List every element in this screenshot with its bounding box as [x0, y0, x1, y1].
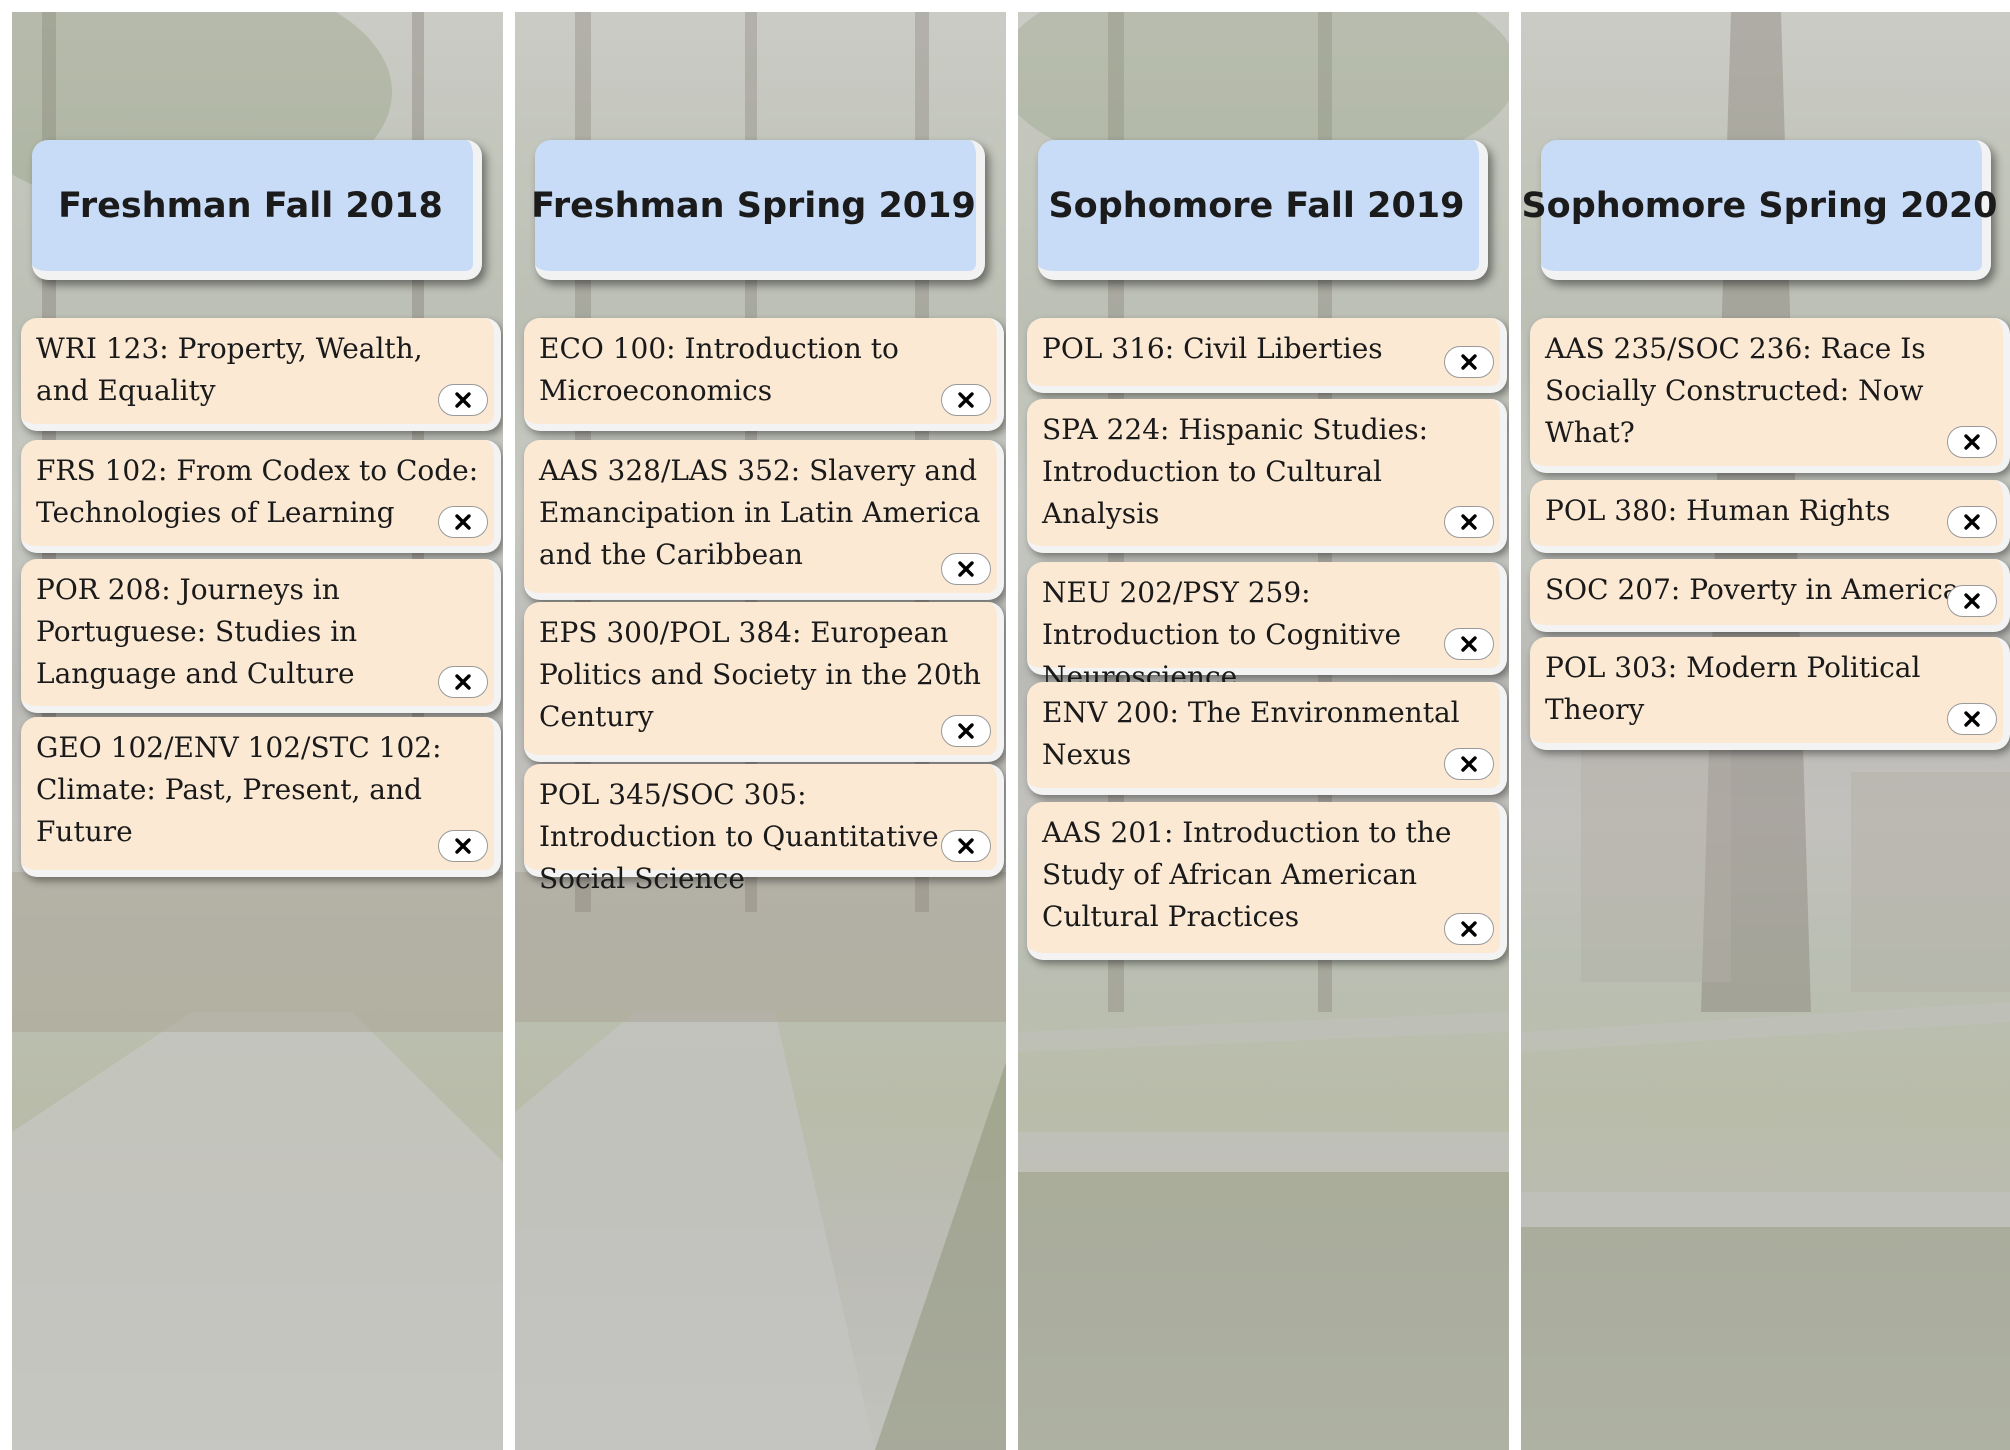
remove-course-button[interactable]: [438, 666, 488, 698]
semester-header: Freshman Fall 2018: [32, 140, 482, 280]
semester-title: Sophomore Fall 2019: [1048, 185, 1465, 226]
remove-course-button[interactable]: [941, 384, 991, 416]
close-x-icon: [455, 514, 471, 530]
remove-course-button[interactable]: [438, 384, 488, 416]
remove-course-button[interactable]: [1947, 585, 1997, 617]
close-x-icon: [1461, 354, 1477, 370]
close-x-icon: [1461, 636, 1477, 652]
course-card[interactable]: FRS 102: From Codex to Code: Technologie…: [21, 440, 501, 553]
semester-column-sophomore-spring-2020: Sophomore Spring 2020 AAS 235/SOC 236: R…: [1521, 12, 2010, 1450]
close-x-icon: [1461, 921, 1477, 937]
course-card[interactable]: WRI 123: Property, Wealth, and Equality: [21, 318, 501, 431]
remove-course-button[interactable]: [1444, 506, 1494, 538]
close-x-icon: [1461, 756, 1477, 772]
course-title: ENV 200: The Environmental Nexus: [1042, 696, 1460, 771]
remove-course-button[interactable]: [1444, 748, 1494, 780]
course-card[interactable]: POL 345/SOC 305: Introduction to Quantit…: [524, 764, 1004, 895]
course-title: AAS 235/SOC 236: Race Is Socially Constr…: [1545, 332, 1926, 449]
semester-title: Sophomore Spring 2020: [1521, 185, 1998, 226]
course-title: NEU 202/PSY 259: Introduction to Cogniti…: [1042, 576, 1402, 693]
close-x-icon: [1964, 593, 1980, 609]
course-card[interactable]: ECO 100: Introduction to Microeconomics: [524, 318, 1004, 431]
close-x-icon: [1964, 514, 1980, 530]
remove-course-button[interactable]: [1444, 913, 1494, 945]
remove-course-button[interactable]: [1947, 426, 1997, 458]
close-x-icon: [1964, 711, 1980, 727]
course-card[interactable]: POL 316: Civil Liberties: [1027, 318, 1507, 393]
course-title: POR 208: Journeys in Portuguese: Studies…: [36, 573, 358, 690]
course-card[interactable]: SPA 224: Hispanic Studies: Introduction …: [1027, 399, 1507, 553]
semester-header: Sophomore Fall 2019: [1038, 140, 1488, 280]
remove-course-button[interactable]: [1947, 506, 1997, 538]
close-x-icon: [958, 561, 974, 577]
course-card[interactable]: ENV 200: The Environmental Nexus: [1027, 682, 1507, 795]
close-x-icon: [958, 723, 974, 739]
remove-course-button[interactable]: [1444, 628, 1494, 660]
course-card[interactable]: SOC 207: Poverty in America: [1530, 559, 2010, 632]
close-x-icon: [1964, 434, 1980, 450]
course-card[interactable]: AAS 235/SOC 236: Race Is Socially Constr…: [1530, 318, 2010, 473]
course-title: POL 316: Civil Liberties: [1042, 332, 1383, 365]
course-card[interactable]: POR 208: Journeys in Portuguese: Studies…: [21, 559, 501, 713]
remove-course-button[interactable]: [941, 553, 991, 585]
course-title: FRS 102: From Codex to Code: Technologie…: [36, 454, 479, 529]
course-card[interactable]: GEO 102/ENV 102/STC 102: Climate: Past, …: [21, 717, 501, 877]
course-title: SOC 207: Poverty in America: [1545, 573, 1960, 606]
course-title: WRI 123: Property, Wealth, and Equality: [36, 332, 423, 407]
remove-course-button[interactable]: [438, 830, 488, 862]
course-card[interactable]: AAS 201: Introduction to the Study of Af…: [1027, 802, 1507, 960]
course-card[interactable]: POL 303: Modern Political Theory: [1530, 637, 2010, 750]
semester-header: Sophomore Spring 2020: [1521, 140, 1998, 280]
close-x-icon: [958, 392, 974, 408]
course-title: GEO 102/ENV 102/STC 102: Climate: Past, …: [36, 731, 442, 848]
close-x-icon: [958, 838, 974, 854]
course-card[interactable]: NEU 202/PSY 259: Introduction to Cogniti…: [1027, 562, 1507, 693]
close-x-icon: [1461, 514, 1477, 530]
course-title: ECO 100: Introduction to Microeconomics: [539, 332, 899, 407]
course-title: POL 380: Human Rights: [1545, 494, 1891, 527]
remove-course-button[interactable]: [1947, 703, 1997, 735]
semester-title: Freshman Spring 2019: [531, 185, 976, 226]
course-card[interactable]: EPS 300/POL 384: European Politics and S…: [524, 602, 1004, 762]
semester-column-freshman-fall-2018: Freshman Fall 2018 WRI 123: Property, We…: [12, 12, 503, 1450]
remove-course-button[interactable]: [941, 715, 991, 747]
semester-planner: Freshman Fall 2018 WRI 123: Property, We…: [0, 0, 2010, 1450]
course-title: AAS 201: Introduction to the Study of Af…: [1042, 816, 1452, 933]
course-title: EPS 300/POL 384: European Politics and S…: [539, 616, 981, 733]
remove-course-button[interactable]: [438, 506, 488, 538]
semester-column-sophomore-fall-2019: Sophomore Fall 2019 POL 316: Civil Liber…: [1018, 12, 1509, 1450]
course-card[interactable]: POL 380: Human Rights: [1530, 480, 2010, 553]
semester-column-freshman-spring-2019: Freshman Spring 2019 ECO 100: Introducti…: [515, 12, 1006, 1450]
semester-title: Freshman Fall 2018: [58, 185, 443, 226]
semester-header: Freshman Spring 2019: [531, 140, 985, 280]
course-title: POL 345/SOC 305: Introduction to Quantit…: [539, 778, 939, 895]
remove-course-button[interactable]: [1444, 346, 1494, 378]
course-card[interactable]: AAS 328/LAS 352: Slavery and Emancipatio…: [524, 440, 1004, 600]
close-x-icon: [455, 392, 471, 408]
remove-course-button[interactable]: [941, 830, 991, 862]
course-title: POL 303: Modern Political Theory: [1545, 651, 1921, 726]
course-title: SPA 224: Hispanic Studies: Introduction …: [1042, 413, 1428, 530]
close-x-icon: [455, 674, 471, 690]
close-x-icon: [455, 838, 471, 854]
course-title: AAS 328/LAS 352: Slavery and Emancipatio…: [539, 454, 981, 571]
